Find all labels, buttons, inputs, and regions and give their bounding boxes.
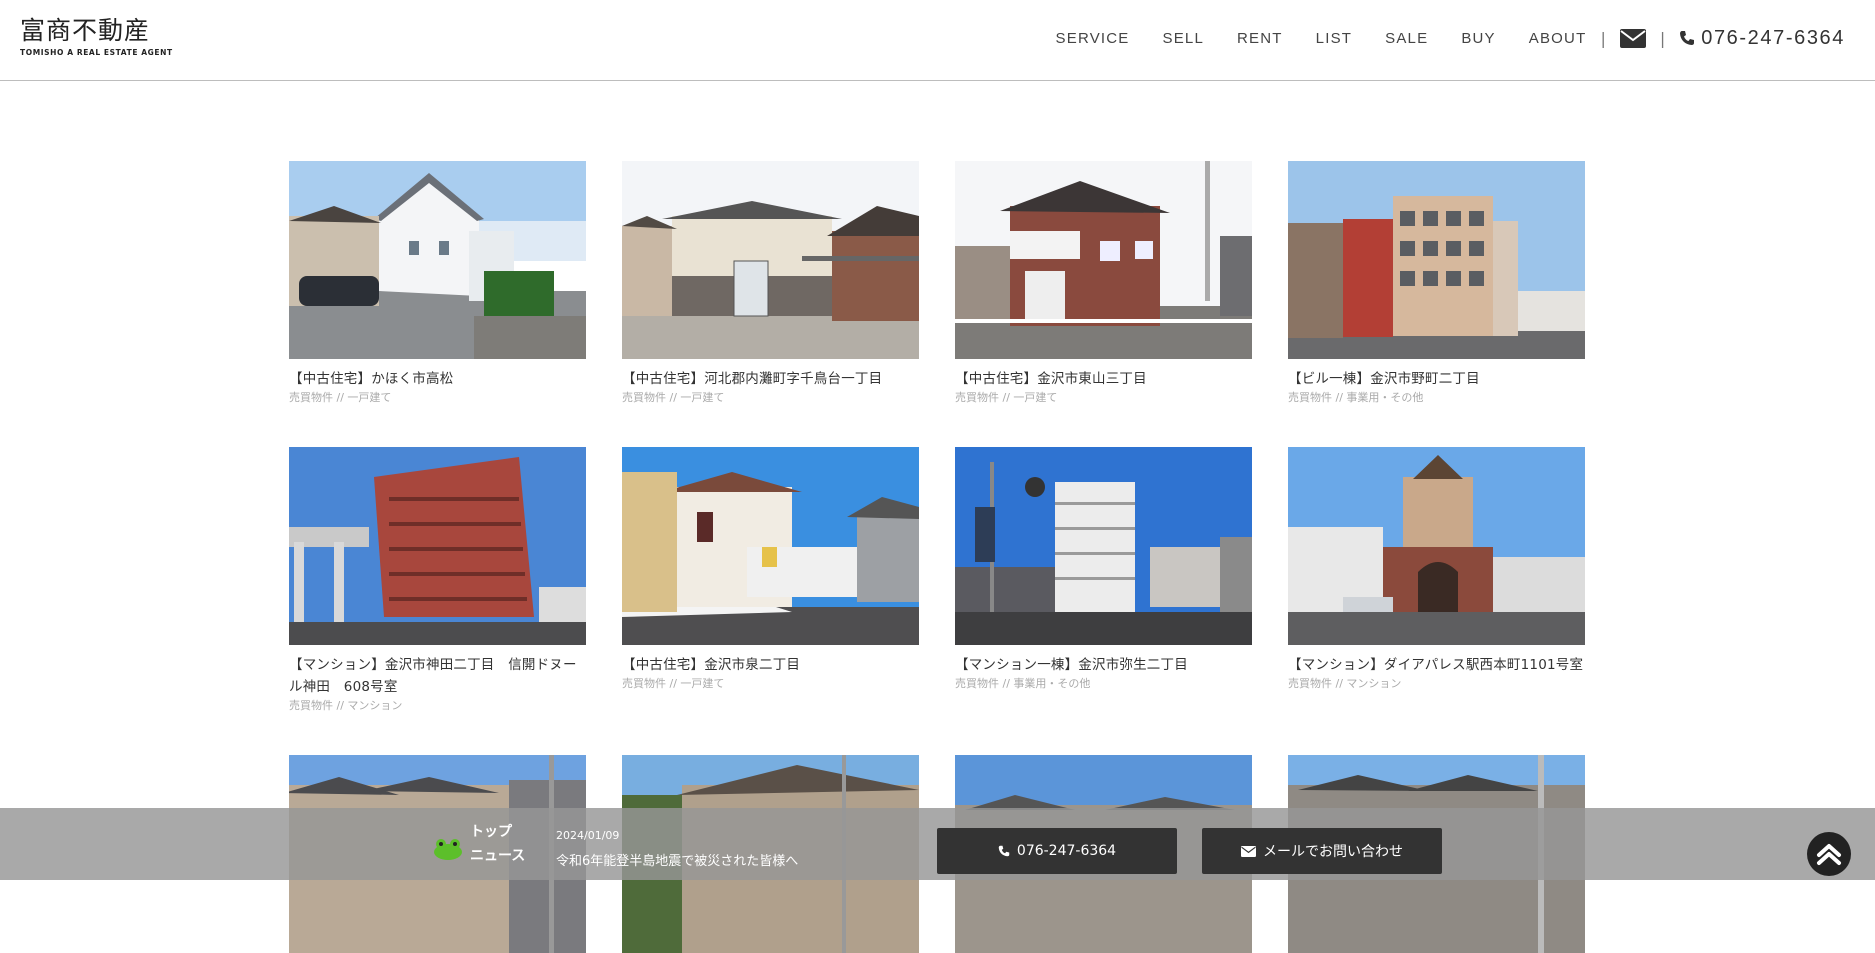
property-category: 売買物件 // 事業用・その他 [955, 677, 1091, 690]
property-card[interactable]: 【中古住宅】金沢市東山三丁目 売買物件 // 一戸建て [955, 161, 1252, 405]
property-category: 売買物件 // マンション [1288, 677, 1402, 690]
property-photo[interactable] [289, 161, 586, 359]
property-photo[interactable] [1288, 447, 1585, 645]
property-photo[interactable] [622, 447, 919, 645]
nav-rent[interactable]: RENT [1237, 30, 1283, 47]
header-phone[interactable]: 076-247-6364 [1679, 27, 1845, 50]
property-card[interactable]: 【中古住宅】金沢市泉二丁目 売買物件 // 一戸建て [622, 447, 919, 691]
nav-separator: | [1600, 28, 1606, 48]
main-nav: SERVICE SELL RENT LIST SALE BUY ABOUT | … [1056, 22, 1845, 54]
property-category: 売買物件 // 一戸建て [955, 391, 1058, 404]
news-date: 2024/01/09 [556, 829, 620, 842]
property-photo[interactable] [289, 447, 586, 645]
mail-contact-label: メールでお問い合わせ [1263, 844, 1403, 860]
property-title[interactable]: 【マンション】金沢市神田二丁目 信開ドヌール神田 608号室 [289, 654, 586, 698]
call-button-label: 076-247-6364 [1016, 843, 1117, 859]
logo-main-text: 富商不動産 [20, 16, 151, 45]
envelope-icon [1241, 845, 1256, 857]
news-headline-link[interactable]: 令和6年能登半島地震で被災された皆様へ [556, 850, 798, 869]
phone-icon [998, 845, 1010, 857]
frog-mascot-icon [433, 838, 463, 864]
property-title[interactable]: 【中古住宅】かほく市高松 [289, 368, 586, 390]
double-chevron-up-icon [1817, 844, 1841, 865]
nav-separator: | [1659, 28, 1666, 48]
property-card[interactable]: 【中古住宅】かほく市高松 売買物件 // 一戸建て [289, 161, 586, 405]
nav-service[interactable]: SERVICE [1056, 30, 1130, 47]
nav-sale[interactable]: SALE [1385, 30, 1428, 47]
property-card[interactable]: 【ビル一棟】金沢市野町二丁目 売買物件 // 事業用・その他 [1288, 161, 1585, 405]
property-category: 売買物件 // 一戸建て [622, 391, 725, 404]
property-photo[interactable] [1288, 161, 1585, 359]
nav-list[interactable]: LIST [1316, 30, 1352, 47]
property-title[interactable]: 【中古住宅】金沢市泉二丁目 [622, 654, 919, 676]
top-news-label-line2: ニュース [470, 848, 526, 864]
property-card[interactable]: 【マンション一棟】金沢市弥生二丁目 売買物件 // 事業用・その他 [955, 447, 1252, 691]
phone-icon [1680, 31, 1695, 45]
property-title[interactable]: 【マンション一棟】金沢市弥生二丁目 [955, 654, 1252, 676]
property-title[interactable]: 【中古住宅】金沢市東山三丁目 [955, 368, 1252, 390]
page-top-button[interactable] [1807, 832, 1851, 876]
property-category: 売買物件 // 一戸建て [622, 677, 725, 690]
property-card[interactable]: 【マンション】ダイアパレス駅西本町1101号室 売買物件 // マンション [1288, 447, 1585, 691]
nav-sell[interactable]: SELL [1163, 30, 1205, 47]
property-title[interactable]: 【中古住宅】河北郡内灘町字千鳥台一丁目 [622, 368, 919, 390]
property-category: 売買物件 // 一戸建て [289, 391, 392, 404]
nav-about[interactable]: ABOUT [1529, 30, 1587, 47]
property-category: 売買物件 // マンション [289, 699, 403, 712]
logo-sub-text: TOMISHO A REAL ESTATE AGENT [20, 48, 173, 57]
site-header: 富商不動産 TOMISHO A REAL ESTATE AGENT SERVIC… [0, 0, 1875, 81]
envelope-icon[interactable] [1619, 28, 1646, 48]
mail-contact-button[interactable]: メールでお問い合わせ [1202, 828, 1442, 874]
top-news-label-line1: トップ [470, 824, 512, 840]
top-news-label: トップ ニュース [470, 820, 525, 868]
nav-buy[interactable]: BUY [1461, 30, 1495, 47]
property-category: 売買物件 // 事業用・その他 [1288, 391, 1424, 404]
property-photo[interactable] [955, 161, 1252, 359]
property-card[interactable]: 【マンション】金沢市神田二丁目 信開ドヌール神田 608号室 売買物件 // マ… [289, 447, 586, 713]
property-title[interactable]: 【ビル一棟】金沢市野町二丁目 [1288, 368, 1585, 390]
site-logo[interactable]: 富商不動産 TOMISHO A REAL ESTATE AGENT [20, 16, 173, 57]
property-photo[interactable] [955, 447, 1252, 645]
property-title[interactable]: 【マンション】ダイアパレス駅西本町1101号室 [1288, 654, 1585, 676]
property-photo[interactable] [622, 161, 919, 359]
phone-number: 076-247-6364 [1701, 26, 1845, 49]
call-button[interactable]: 076-247-6364 [937, 828, 1177, 874]
property-card[interactable]: 【中古住宅】河北郡内灘町字千鳥台一丁目 売買物件 // 一戸建て [622, 161, 919, 405]
